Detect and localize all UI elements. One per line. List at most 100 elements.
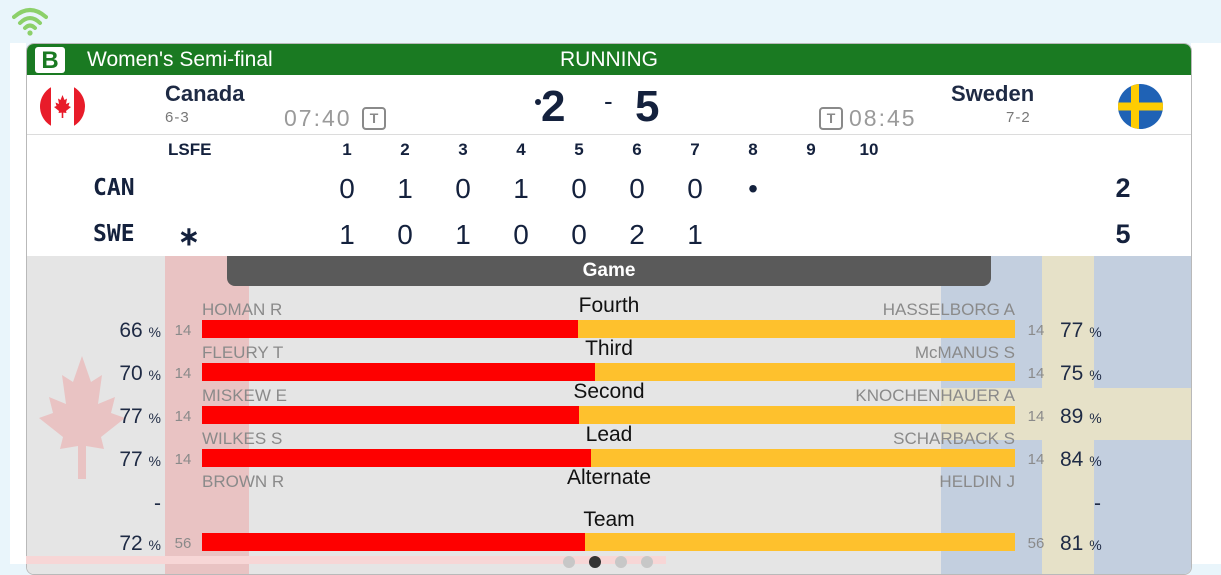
home-pct-fill — [202, 406, 580, 424]
pct-comparison-bar — [202, 320, 1015, 338]
sweden-flag-icon — [1118, 84, 1163, 129]
home-player-name: WILKES S — [202, 429, 283, 448]
end-header: 6 — [632, 140, 642, 159]
away-player-name: KNOCHENHAUER A — [855, 386, 1015, 405]
pct-value: 70 — [119, 362, 143, 385]
home-player-pct: - — [154, 492, 161, 515]
pct-value: 77 — [119, 405, 143, 428]
away-score: 5 — [635, 82, 660, 131]
position-label: Second — [573, 380, 645, 403]
percent-sign: % — [148, 537, 161, 553]
end-header: 9 — [806, 140, 816, 159]
home-shot-count: 14 — [174, 408, 192, 425]
end-score: 1 — [455, 219, 471, 250]
end-header: 1 — [342, 140, 352, 159]
percent-sign: % — [1089, 537, 1102, 553]
away-player-name: HASSELBORG A — [882, 300, 1015, 319]
home-shot-count: 56 — [174, 535, 192, 552]
pct-value: 75 — [1060, 362, 1084, 385]
position-label: Fourth — [578, 294, 640, 317]
end-score: 1 — [513, 173, 529, 204]
page-dot[interactable] — [563, 555, 575, 568]
end-score: 2 — [629, 219, 645, 250]
away-shot-count: 14 — [1027, 451, 1045, 468]
away-team-name: Sweden — [951, 81, 1035, 106]
end-score: 0 — [571, 173, 587, 204]
home-pct-fill — [202, 533, 585, 551]
end-header: 7 — [690, 140, 700, 159]
end-score: 0 — [339, 173, 355, 204]
score-row: Canada 6-3 07:40 T 2 - 5 T 08:45 Sweden … — [27, 75, 1191, 135]
home-pct-fill — [202, 363, 596, 381]
home-player-name: HOMAN R — [202, 300, 283, 319]
home-time-clock: 07:40 — [284, 105, 352, 131]
away-player-name: McMANUS S — [914, 343, 1015, 362]
home-shot-count: 14 — [174, 451, 192, 468]
away-shot-count: 14 — [1027, 365, 1045, 382]
end-score: 0 — [571, 219, 587, 250]
pct-comparison-bar — [202, 363, 1015, 381]
end-score: 1 — [339, 219, 355, 250]
right-margin — [1191, 43, 1221, 564]
home-player-name: MISKEW E — [202, 386, 288, 405]
end-score: 0 — [629, 173, 645, 204]
row-team-code: SWE — [93, 221, 135, 247]
percent-sign: % — [148, 367, 161, 383]
away-time-clock: 08:45 — [849, 105, 917, 131]
game-status: RUNNING — [560, 48, 658, 71]
away-player-pct: 75 % — [1060, 362, 1102, 386]
away-shot-count: 14 — [1027, 322, 1045, 339]
home-shot-count: 14 — [174, 322, 192, 339]
end-score: 0 — [397, 219, 413, 250]
end-header: 10 — [859, 140, 879, 159]
pct-comparison-bar — [202, 533, 1015, 551]
line-score-table: LSFE 1 2 3 4 5 6 7 8 9 10 CAN 0 1 0 1 0 … — [27, 135, 1191, 271]
home-shot-count: 14 — [174, 365, 192, 382]
position-label: Alternate — [566, 466, 652, 489]
away-player-pct: - — [1094, 492, 1101, 515]
percent-sign: % — [1089, 410, 1102, 426]
home-pct-fill — [202, 320, 578, 338]
pct-comparison-bar — [202, 449, 1015, 467]
percent-sign: % — [148, 453, 161, 469]
position-label: Third — [585, 337, 633, 360]
canada-flag-icon — [40, 84, 85, 129]
lsfe-header: LSFE — [168, 140, 212, 159]
away-player-pct: 77 % — [1060, 319, 1102, 343]
row-total: 2 — [1115, 173, 1131, 203]
percent-sign: % — [148, 410, 161, 426]
position-label: Lead — [585, 423, 633, 446]
page-indicator — [563, 553, 667, 571]
pct-value: 84 — [1060, 448, 1084, 471]
home-team-record: 6-3 — [165, 109, 190, 126]
home-player-name: FLEURY T — [202, 343, 284, 362]
end-score: • — [748, 173, 758, 204]
pct-value: 77 — [1060, 319, 1084, 342]
page-dot-active[interactable] — [589, 555, 601, 568]
pct-value: 81 — [1060, 532, 1084, 555]
percent-sign: % — [1089, 453, 1102, 469]
percent-sign: % — [148, 324, 161, 340]
end-score: 1 — [397, 173, 413, 204]
row-team-code: CAN — [93, 175, 135, 201]
away-player-pct: 84 % — [1060, 448, 1102, 472]
page-dot[interactable] — [641, 555, 653, 568]
percent-sign: % — [1089, 324, 1102, 340]
home-timeout-icon: T — [362, 107, 386, 130]
end-score: 1 — [687, 219, 703, 250]
away-player-pct: 89 % — [1060, 405, 1102, 429]
scoreboard-card: B Women's Semi-final RUNNING Canada 6-3 … — [26, 43, 1192, 575]
page-dot[interactable] — [615, 555, 627, 568]
away-team-pct: 81 % — [1060, 532, 1102, 556]
end-score: 0 — [687, 173, 703, 204]
pct-value: 77 — [119, 448, 143, 471]
home-player-pct: 77 % — [119, 405, 161, 429]
pct-value: 89 — [1060, 405, 1084, 428]
end-header: 3 — [458, 140, 468, 159]
tab-game[interactable]: Game — [227, 256, 991, 286]
position-label: Team — [583, 508, 635, 531]
end-score: 0 — [513, 219, 529, 250]
lsfe-hammer-icon: ∗ — [178, 221, 200, 251]
home-pct-fill — [202, 449, 591, 467]
left-margin — [10, 43, 26, 564]
